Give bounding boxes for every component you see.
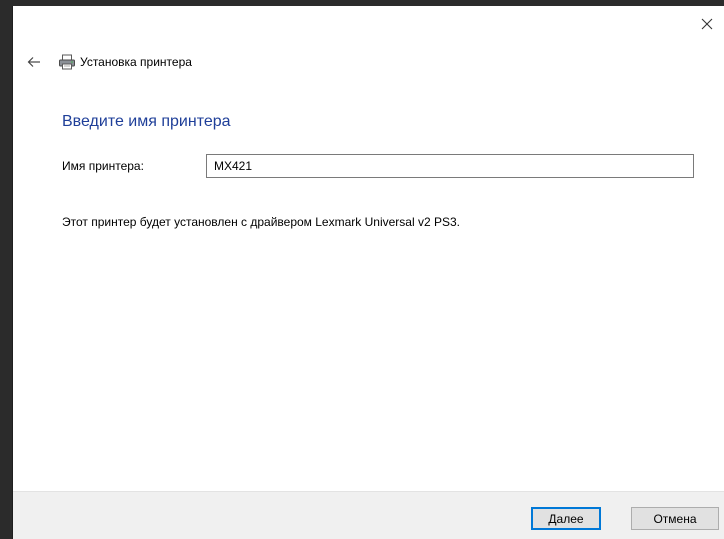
cancel-button[interactable]: Отмена: [631, 507, 719, 530]
printer-setup-dialog: Установка принтера Введите имя принтера …: [12, 6, 724, 539]
driver-info-text: Этот принтер будет установлен с драйверо…: [62, 215, 460, 229]
dialog-footer: Далее Отмена: [13, 491, 724, 539]
close-button[interactable]: [694, 12, 720, 36]
page-heading: Введите имя принтера: [62, 113, 231, 130]
printer-name-input[interactable]: [206, 154, 694, 178]
back-button[interactable]: [23, 52, 45, 72]
printer-name-label: Имя принтера:: [62, 159, 144, 173]
window-title: Установка принтера: [80, 55, 192, 69]
printer-icon: [59, 54, 75, 70]
close-icon: [701, 18, 713, 30]
next-button[interactable]: Далее: [531, 507, 601, 530]
back-arrow-icon: [27, 57, 40, 67]
dialog-header: Установка принтера: [13, 50, 724, 74]
